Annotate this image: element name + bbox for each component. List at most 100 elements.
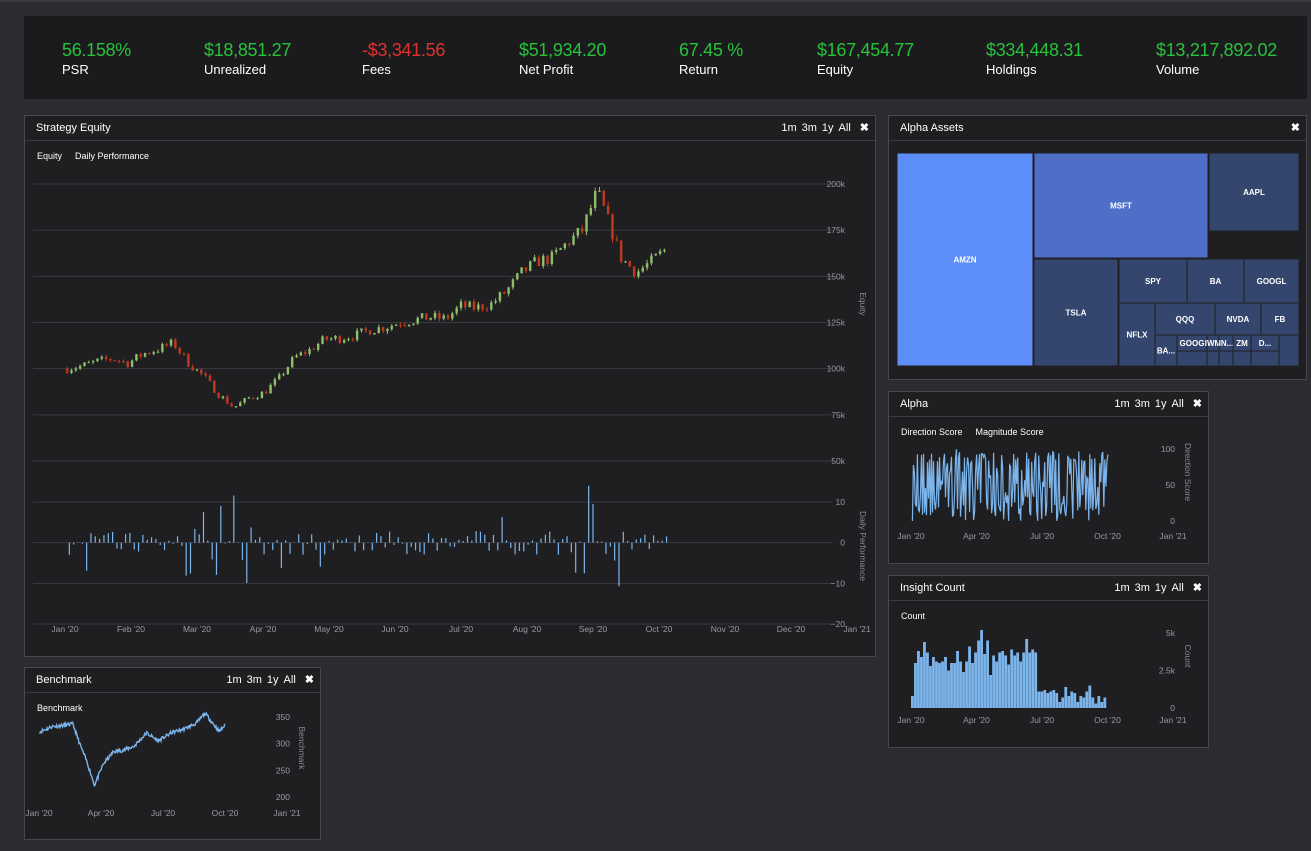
candle-body [303,352,307,355]
candle-body [645,263,649,268]
treemap-label: QQQ [1176,315,1195,324]
x-tick-label: Jan '20 [897,715,924,725]
candle-body [438,312,441,319]
candle-body [511,279,515,288]
count-bar [1049,691,1053,708]
y-tick-label: 350 [276,712,290,722]
count-bar [1070,691,1074,708]
candle-body [130,360,134,367]
count-bar [929,666,932,708]
x-tick-label: Jan '21 [843,624,870,634]
candle-body [100,356,103,359]
candle-body [161,344,164,352]
candle-body [364,328,367,331]
candle-body [104,356,108,360]
candle-body [455,307,458,314]
count-bar [953,663,956,708]
candle-body [494,300,497,303]
candle-body [204,373,207,376]
candle-body [156,351,160,353]
candle-body [122,361,125,363]
stat-volume: $13,217,892.02 Volume [1156,40,1277,77]
count-bar [995,661,999,708]
count-bar [932,657,935,708]
alpha-panel: Alpha 1m 3m 1y All ✖ Direction Score Magnitud… [888,391,1209,564]
x-tick-label: Apr '20 [963,531,990,541]
treemap-label: AAPL [1243,188,1265,197]
y-tick-label: 0 [1170,703,1175,713]
count-bar [1103,697,1107,708]
candle-body [628,261,631,267]
candle-body [247,397,251,399]
candle-body [316,343,320,350]
count-bar [956,651,959,708]
alpha-chart: 100 50 0 Direction Score Jan '20 Apr '20 Jul '… [897,443,1193,541]
candle-body [325,336,329,340]
x-tick-label: May '20 [314,624,344,634]
count-bar [1085,691,1089,708]
count-bar [1025,639,1029,708]
treemap-label: IN... [1219,339,1234,348]
candle-body [200,369,203,374]
candle-body [152,352,155,354]
candle-body [498,292,502,301]
count-bar [1019,661,1023,708]
stat-net-profit: $51,934.20 Net Profit [519,40,606,77]
candle-body [265,391,268,394]
candle-body [416,317,419,324]
treemap-label: TSLA [1066,309,1087,318]
y-tick-label: 75k [831,410,845,420]
candle-body [516,273,519,280]
stat-equity: $167,454.77 Equity [817,40,914,77]
candle-body [174,339,177,349]
candle-body [243,398,246,403]
count-bar [1043,690,1047,708]
stat-psr: 56.158% PSR [62,40,131,77]
stat-label: PSR [62,62,89,77]
count-bar [986,640,989,708]
candle-body [624,261,627,263]
count-bar [911,696,914,708]
candle-body [143,353,147,357]
candle-body [407,324,411,326]
x-tick-label: Jul '20 [449,624,474,634]
candle-body [420,313,424,318]
candle-body [425,313,428,320]
treemap-label: MSFT [1110,202,1132,211]
candle-body [572,235,575,245]
count-bar [1076,702,1080,708]
count-bar [917,651,920,708]
candle-body [507,287,510,294]
insight-count-chart: 5k 2.5k 0 Count Jan '20 Apr '20 Jul '20 Oct '20… [897,628,1193,725]
treemap-chart: AMZN MSFT AAPL TSLA SPY BA GOOGL NFLX QQQ NVDA FB B… [896,152,1300,367]
x-tick-label: Jul '20 [151,808,176,818]
stat-label: Net Profit [519,62,574,77]
y-tick-label: −10 [831,578,846,588]
candle-body [567,243,571,245]
candle-body [65,368,69,373]
candle-body [368,330,372,335]
candle-body [520,267,523,274]
stat-label: Unrealized [204,62,267,77]
count-bar [1097,696,1101,708]
candle-body [529,261,532,271]
candle-body [312,348,316,350]
top-border [0,0,1311,2]
equity-chart: 200k175k150k125k100k75k50kEquity100−10−2… [33,179,871,634]
candle-body [351,339,355,341]
candle-body [87,362,91,364]
stat-holdings: $334,448.31 Holdings [986,40,1083,77]
x-tick-label: Jan '20 [25,808,52,818]
candle-body [321,336,324,344]
candle-body [606,205,610,215]
candle-body [117,360,121,362]
benchmark-line [39,711,226,787]
count-bar [1028,652,1032,708]
x-tick-label: Jan '21 [1159,531,1186,541]
x-tick-label: Oct '20 [646,624,673,634]
stat-value: $167,454.77 [817,40,914,60]
x-tick-label: Apr '20 [88,808,115,818]
stat-return: 67.45 % Return [679,40,743,77]
count-bar [1010,649,1014,708]
candle-body [615,239,619,241]
